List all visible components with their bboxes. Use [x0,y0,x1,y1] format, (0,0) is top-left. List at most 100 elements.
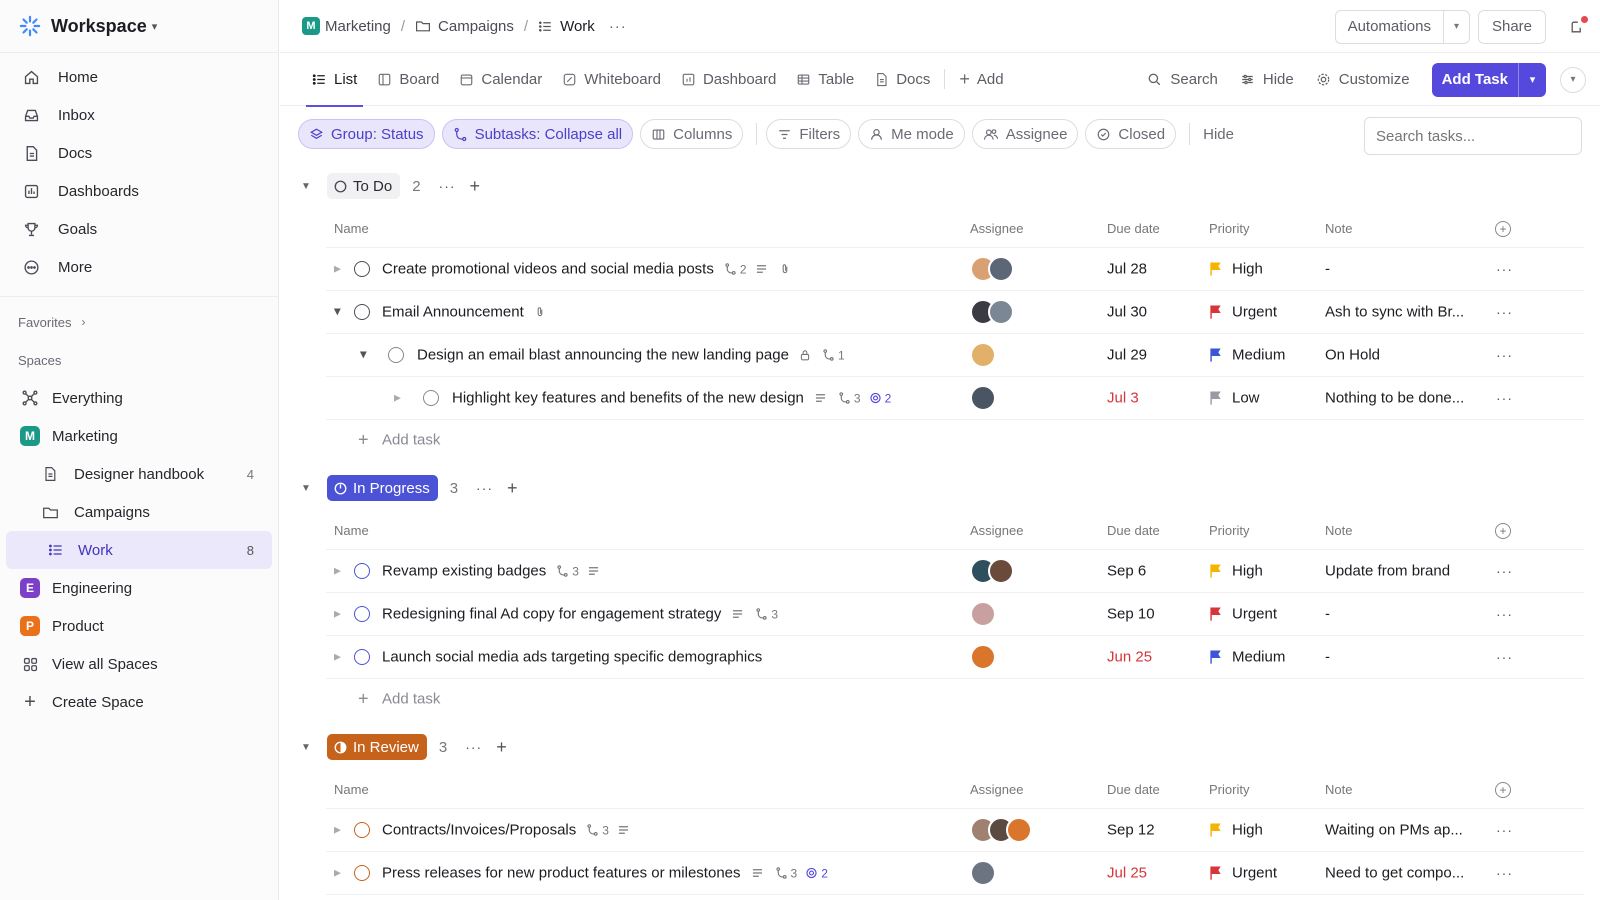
nav-goals[interactable]: Goals [0,210,278,248]
priority[interactable]: Medium [1209,649,1285,666]
status-todo-icon[interactable] [354,304,370,320]
subtask-count[interactable]: 3 [755,607,778,621]
task-row[interactable]: ▶ Email Announcement Jul 30 Urgent Ash t… [326,291,1584,334]
status-review-icon[interactable] [354,865,370,881]
tab-whiteboard[interactable]: Whiteboard [552,53,671,106]
filters-chip[interactable]: Filters [766,119,852,149]
add-column-icon[interactable]: + [1495,220,1511,237]
tab-table[interactable]: Table [786,53,864,106]
nav-home[interactable]: Home [0,58,278,96]
assignees[interactable] [970,558,1014,584]
row-more-icon[interactable]: ··· [1496,261,1513,277]
col-note[interactable]: Note [1325,523,1352,538]
expand-caret-icon[interactable]: ▶ [358,352,369,359]
breadcrumb-list[interactable]: Work [538,18,595,35]
collapse-chevron-icon[interactable]: ▾ [1560,66,1586,93]
breadcrumb-folder[interactable]: Campaigns [415,18,514,35]
note[interactable]: Ash to sync with Br... [1325,304,1475,321]
tab-list[interactable]: List [302,53,367,107]
group-add-icon[interactable]: + [470,176,481,197]
share-button[interactable]: Share [1477,9,1546,44]
group-add-icon[interactable]: + [507,478,518,499]
status-todo-icon[interactable] [423,390,439,406]
status-progress-icon[interactable] [354,649,370,665]
col-due-date[interactable]: Due date [1107,523,1160,538]
nav-dashboards[interactable]: Dashboards [0,172,278,210]
group-more-icon[interactable]: ··· [439,178,456,194]
priority[interactable]: Urgent [1209,606,1277,623]
status-progress-icon[interactable] [354,563,370,579]
col-note[interactable]: Note [1325,221,1352,236]
closed-chip[interactable]: Closed [1085,119,1177,149]
task-title[interactable]: Email Announcement [382,304,524,321]
task-row[interactable]: ▶ Launch social media ads targeting spec… [326,636,1584,679]
nav-docs[interactable]: Docs [0,134,278,172]
subtask-count[interactable]: 3 [838,391,861,405]
assignees[interactable] [970,601,996,627]
mention-count[interactable]: 2 [869,391,891,405]
search-tasks-input[interactable] [1364,117,1582,155]
customize-button[interactable]: Customize [1316,71,1410,88]
more-options-icon[interactable]: ··· [609,18,627,35]
tab-dashboard[interactable]: Dashboard [671,53,786,106]
add-task-button[interactable]: Add Task ▾ [1431,62,1546,97]
row-more-icon[interactable]: ··· [1496,347,1513,363]
columns-chip[interactable]: Columns [640,119,744,149]
col-note[interactable]: Note [1325,782,1352,797]
nav-inbox[interactable]: Inbox [0,96,278,134]
status-review-icon[interactable] [354,822,370,838]
status-badge[interactable]: To Do [327,173,401,199]
priority[interactable]: Medium [1209,347,1285,364]
create-space[interactable]: + Create Space [0,683,278,721]
task-row[interactable]: ▶ Contracts/Invoices/Proposals 3 Sep 12 … [326,809,1584,852]
note[interactable]: Update from brand [1325,563,1475,580]
tab-calendar[interactable]: Calendar [449,53,552,106]
priority[interactable]: High [1209,261,1263,278]
col-name[interactable]: Name [334,782,369,797]
chevron-down-icon[interactable]: ▾ [1518,62,1546,97]
breadcrumb-space[interactable]: M Marketing [302,17,391,35]
status-badge[interactable]: In Progress [327,475,438,501]
col-priority[interactable]: Priority [1209,523,1249,538]
automations-button[interactable]: Automations ▾ [1334,9,1470,44]
favorites-section[interactable]: Favorites › [0,303,278,341]
note[interactable]: On Hold [1325,347,1475,364]
due-date[interactable]: Jul 28 [1107,261,1147,278]
space-work[interactable]: Work 8 [6,531,272,569]
collapse-triangle-icon[interactable]: ▼ [301,483,327,494]
chevron-down-icon[interactable]: ▾ [1442,10,1469,43]
priority[interactable]: Urgent [1209,865,1277,882]
view-all-spaces[interactable]: View all Spaces [0,645,278,683]
group-more-icon[interactable]: ··· [465,739,482,755]
row-more-icon[interactable]: ··· [1496,865,1513,881]
hide-filter-button[interactable]: Hide [1203,126,1234,143]
space-product[interactable]: P Product [0,607,278,645]
subtask-count[interactable]: 3 [556,564,579,578]
expand-caret-icon[interactable]: ▶ [334,825,341,836]
due-date[interactable]: Jul 3 [1107,390,1139,407]
row-more-icon[interactable]: ··· [1496,390,1513,406]
group-status-chip[interactable]: Group: Status [298,119,435,149]
task-title[interactable]: Contracts/Invoices/Proposals [382,822,576,839]
note[interactable]: Waiting on PMs ap... [1325,822,1475,839]
subtask-count[interactable]: 3 [586,823,609,837]
collapse-triangle-icon[interactable]: ▼ [301,742,327,753]
assignees[interactable] [970,817,1032,843]
status-todo-icon[interactable] [354,261,370,277]
collapse-triangle-icon[interactable]: ▼ [301,181,327,192]
assignees[interactable] [970,860,996,886]
subtasks-chip[interactable]: Subtasks: Collapse all [441,119,634,149]
group-add-icon[interactable]: + [496,737,507,758]
expand-caret-icon[interactable]: ▶ [332,309,343,316]
space-engineering[interactable]: E Engineering [0,569,278,607]
assignee-chip[interactable]: Assignee [971,119,1079,149]
note[interactable]: - [1325,261,1475,278]
row-more-icon[interactable]: ··· [1496,649,1513,665]
status-badge[interactable]: In Review [327,734,427,760]
due-date[interactable]: Sep 10 [1107,606,1155,623]
assignees[interactable] [970,644,996,670]
assignees[interactable] [970,342,996,368]
task-title[interactable]: Launch social media ads targeting specif… [382,649,762,666]
assignees[interactable] [970,256,1014,282]
task-title[interactable]: Press releases for new product features … [382,865,741,882]
